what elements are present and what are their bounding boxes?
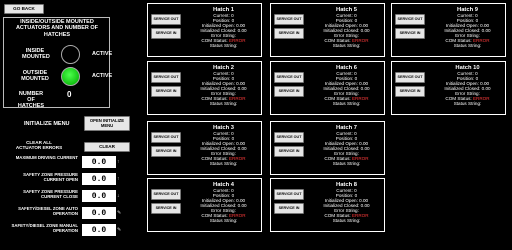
number-of-hatches-label: NUMBER OF HATCHES xyxy=(17,91,45,110)
hatch-card: Hatch 7 SERVICE OUT SERVICE IN Current: 0 Po… xyxy=(270,121,385,175)
inside-mounted-state: ACTIVE xyxy=(92,51,113,57)
number-of-hatches-value: 0 xyxy=(67,90,72,99)
go-back-button[interactable]: GO BACK xyxy=(4,4,44,14)
outside-mounted-indicator xyxy=(61,67,80,86)
panel-title: INSIDE/OUTSIDE MOUNTED ACTUATORS AND NUM… xyxy=(15,19,99,38)
initialize-menu-label: INITIALIZE MENU xyxy=(24,121,70,127)
status-string-row: Status String: xyxy=(148,101,261,107)
actuator-status-panel: INSIDE/OUTSIDE MOUNTED ACTUATORS AND NUM… xyxy=(3,17,113,110)
safety-zone-open-label: SAFETY ZONE PRESSURE CURRENT OPEN xyxy=(23,172,78,182)
status-string-row: Status String: xyxy=(148,161,261,167)
status-string-label: Status String: xyxy=(209,161,238,166)
auto-operation-label: SAFETY/DIESEL ZONE AUTO OPERATION xyxy=(18,206,78,216)
hatch-card: Hatch 3 SERVICE OUT SERVICE IN Current: 0 Po… xyxy=(147,121,262,175)
status-string-row: Status String: xyxy=(271,218,384,224)
arrow-up-icon: ↑ xyxy=(117,176,120,182)
safety-zone-close-label: SAFETY ZONE PRESSURE CURRENT CLOSE xyxy=(23,189,78,199)
pencil-icon: ✎ xyxy=(117,227,122,233)
status-string-label: Status String: xyxy=(453,101,482,106)
status-string-row: Status String: xyxy=(271,101,384,107)
open-initialize-menu-button[interactable]: OPEN INITIALIZE MENU xyxy=(84,116,130,131)
status-string-row: Status String: xyxy=(148,43,261,49)
manual-operation-label: SAFETY/DIESEL ZONE MANUAL OPERATION xyxy=(11,223,78,233)
hatch-card: Hatch 2 SERVICE OUT SERVICE IN Current: 0 Po… xyxy=(147,61,262,115)
max-driving-current-field[interactable]: 0.0 xyxy=(82,156,116,168)
status-string-label: Status String: xyxy=(209,43,238,48)
status-string-row: Status String: xyxy=(392,43,505,49)
auto-operation-field[interactable]: 0.0 xyxy=(82,207,116,219)
status-string-label: Status String: xyxy=(453,43,482,48)
status-string-label: Status String: xyxy=(332,101,361,106)
manual-operation-field[interactable]: 0.0 xyxy=(82,224,116,236)
arrow-down-icon: ↓ xyxy=(117,193,120,199)
clear-errors-button[interactable]: CLEAR xyxy=(84,142,130,152)
status-string-label: Status String: xyxy=(209,101,238,106)
hatch-card: Hatch 5 SERVICE OUT SERVICE IN Current: 0 Po… xyxy=(270,3,385,57)
safety-zone-close-field[interactable]: 0.0 xyxy=(82,190,116,202)
status-string-row: Status String: xyxy=(392,101,505,107)
hatch-card: Hatch 1 SERVICE OUT SERVICE IN Current: 0 Po… xyxy=(147,3,262,57)
hatch-card: Hatch 9 SERVICE OUT SERVICE IN Current: 0 Po… xyxy=(391,3,506,57)
hatch-card: Hatch 4 SERVICE OUT SERVICE IN Current: 0 Po… xyxy=(147,178,262,232)
inside-mounted-label: INSIDE MOUNTED xyxy=(22,48,50,61)
inside-mounted-indicator xyxy=(61,45,80,64)
clear-errors-label: CLEAR ALL ACTUATOR ERRORS xyxy=(15,140,63,151)
outside-mounted-state: ACTIVE xyxy=(92,73,113,79)
status-string-row: Status String: xyxy=(271,161,384,167)
status-string-row: Status String: xyxy=(271,43,384,49)
status-string-label: Status String: xyxy=(332,218,361,223)
status-string-label: Status String: xyxy=(332,43,361,48)
status-string-label: Status String: xyxy=(332,161,361,166)
outside-mounted-label: OUTSIDE MOUNTED xyxy=(21,70,49,83)
safety-zone-open-field[interactable]: 0.0 xyxy=(82,173,116,185)
hatch-card: Hatch 10 SERVICE OUT SERVICE IN Current: 0P… xyxy=(391,61,506,115)
arrow-up-icon: ↑ xyxy=(117,159,120,165)
status-string-row: Status String: xyxy=(148,218,261,224)
hatch-card: Hatch 8 SERVICE OUT SERVICE IN Current: 0 Po… xyxy=(270,178,385,232)
max-driving-current-label: MAXIMUM DRIVING CURRENT xyxy=(15,155,78,160)
pencil-icon: ✎ xyxy=(117,210,122,216)
hatch-card: Hatch 6 SERVICE OUT SERVICE IN Current: 0 Po… xyxy=(270,61,385,115)
status-string-label: Status String: xyxy=(209,218,238,223)
